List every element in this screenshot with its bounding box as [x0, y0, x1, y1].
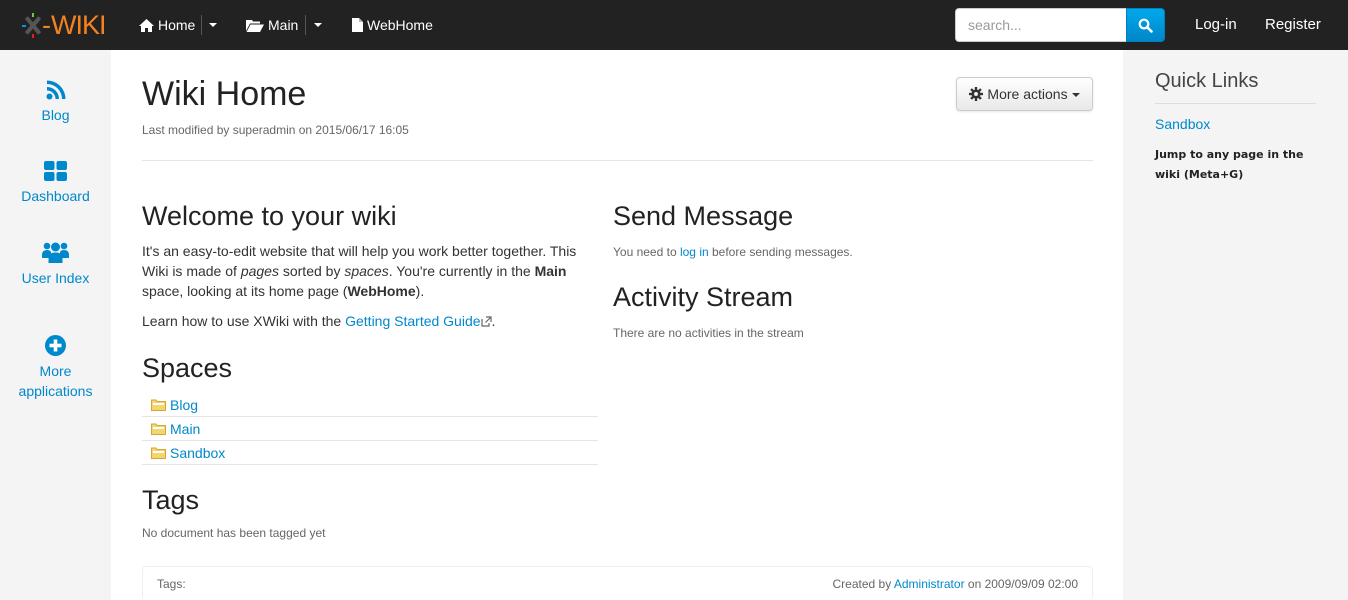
jump-to-page-hint: Jump to any page in the wiki (Meta+G) [1155, 148, 1304, 181]
space-link-sandbox[interactable]: Sandbox [170, 445, 225, 461]
getting-started-paragraph: Learn how to use XWiki with the Getting … [142, 311, 598, 332]
created-by-info: Created by Administrator on 2009/09/09 0… [832, 577, 1079, 591]
xwiki-logo-icon [22, 13, 44, 38]
document-footer: Tags: Created by Administrator on 2009/0… [142, 566, 1093, 600]
search-icon [1138, 18, 1153, 33]
breadcrumb-webhome[interactable]: WebHome [352, 0, 433, 50]
welcome-heading: Welcome to your wiki [142, 201, 397, 231]
external-link-icon [480, 312, 492, 332]
spaces-list: Blog Main Sandbox [142, 393, 598, 465]
xwiki-logo[interactable]: - WIKI [22, 11, 106, 39]
quick-links-panel: Quick Links Sandbox Jump to any page in … [1123, 50, 1348, 600]
users-icon [0, 241, 111, 263]
divider [201, 15, 202, 35]
plus-circle-icon [0, 335, 111, 356]
creator-link[interactable]: Administrator [894, 577, 965, 591]
folder-open-icon [246, 19, 264, 32]
folder-icon [151, 399, 166, 411]
space-item: Blog [142, 393, 598, 417]
last-modified-info: Last modified by superadmin on 2015/06/1… [142, 123, 409, 137]
app-blog[interactable]: Blog [0, 80, 111, 125]
logo-text: WIKI [51, 10, 106, 40]
title-divider [142, 160, 1093, 161]
tags-heading: Tags [142, 485, 200, 515]
space-link-blog[interactable]: Blog [170, 397, 198, 413]
top-navbar: - WIKI Home Main WebHome Log-in Register [0, 0, 1348, 50]
send-message-heading: Send Message [613, 201, 794, 231]
home-icon [139, 18, 154, 32]
gear-icon [969, 87, 984, 101]
tags-empty-text: No document has been tagged yet [142, 526, 326, 540]
space-item: Sandbox [142, 441, 598, 465]
login-link[interactable]: Log-in [1195, 0, 1237, 50]
log-in-link[interactable]: log in [680, 245, 709, 259]
search-form [955, 8, 1165, 42]
app-user-index[interactable]: User Index [0, 241, 111, 288]
divider [305, 15, 306, 35]
app-dashboard[interactable]: Dashboard [0, 161, 111, 206]
page-title: Wiki Home [142, 75, 307, 113]
search-input[interactable] [955, 8, 1127, 42]
folder-icon [151, 447, 166, 459]
footer-tags-label: Tags: [157, 577, 186, 591]
quick-links-title: Quick Links [1155, 70, 1259, 92]
spaces-heading: Spaces [142, 353, 233, 383]
welcome-paragraph: It's an easy-to-edit website that will h… [142, 243, 577, 299]
space-link-main[interactable]: Main [170, 421, 200, 437]
file-icon [352, 18, 363, 32]
more-actions-button[interactable]: More actions [956, 77, 1093, 111]
activity-stream-heading: Activity Stream [613, 282, 794, 312]
divider [1155, 103, 1316, 104]
rss-icon [0, 80, 111, 100]
main-dropdown-caret-icon[interactable] [314, 23, 322, 27]
dashboard-grid-icon [0, 161, 111, 181]
caret-down-icon [1071, 93, 1080, 97]
quick-link-sandbox[interactable]: Sandbox [1155, 116, 1210, 132]
breadcrumb-main[interactable]: Main [246, 0, 298, 50]
search-button[interactable] [1126, 8, 1165, 42]
getting-started-guide-link[interactable]: Getting Started Guide [345, 312, 492, 332]
send-message-text: You need to log in before sending messag… [613, 245, 853, 259]
application-bar: Blog Dashboard User Index More applicati… [0, 50, 111, 600]
breadcrumb-home[interactable]: Home [139, 0, 195, 50]
app-more-applications[interactable]: More applications [0, 335, 111, 401]
activity-empty-text: There are no activities in the stream [613, 326, 804, 340]
register-link[interactable]: Register [1265, 0, 1321, 50]
main-content: Wiki Home Last modified by superadmin on… [111, 50, 1123, 600]
home-dropdown-caret-icon[interactable] [209, 23, 217, 27]
space-item: Main [142, 417, 598, 441]
folder-icon [151, 423, 166, 435]
